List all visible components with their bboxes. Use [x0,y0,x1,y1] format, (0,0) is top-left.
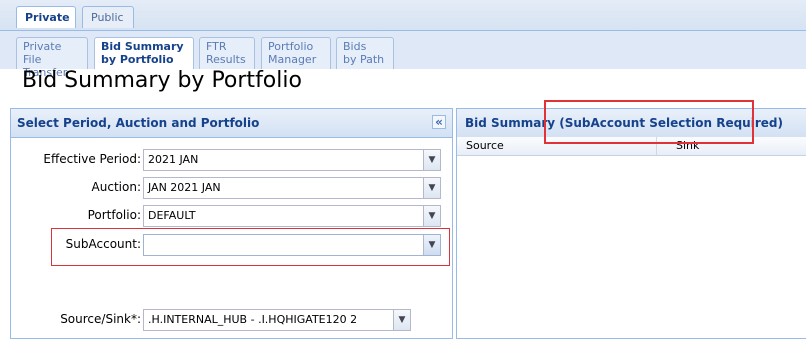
collapse-left-icon[interactable]: « [432,115,446,129]
tab-label-line1: Bids [343,40,367,53]
tab-public[interactable]: Public [82,6,134,28]
source-sink-combo[interactable]: .H.INTERNAL_HUB - .I.HQHIGATE120 2 ▼ [143,309,411,331]
tab-bids-by-path[interactable]: Bids by Path [336,37,394,69]
tab-label-line1: Bid Summary [101,40,184,53]
required-highlight-box [544,100,754,144]
top-tab-bar: Private Public [0,0,806,30]
auction-row: Auction: JAN 2021 JAN ▼ [11,177,454,201]
subaccount-label: SubAccount: [65,237,141,251]
subaccount-combo[interactable]: ▼ [143,234,441,256]
auction-label: Auction: [91,180,141,194]
tab-label-line1: Portfolio [268,40,314,53]
selection-panel-header: Select Period, Auction and Portfolio « [11,109,452,138]
chevron-down-icon[interactable]: ▼ [423,235,440,255]
tab-label-line2: Manager [268,53,317,66]
tab-private-file-transfer[interactable]: Private File Transfer [16,37,88,79]
sub-tab-bar: Private File Transfer Bid Summary by Por… [0,30,806,79]
source-sink-label: Source/Sink*: [60,312,141,326]
portfolio-label: Portfolio: [87,208,141,222]
tab-private[interactable]: Private [16,6,76,28]
chevron-down-icon[interactable]: ▼ [423,206,440,226]
chevron-down-icon[interactable]: ▼ [423,150,440,170]
tab-label-line2: Results [206,53,246,66]
auction-value: JAN 2021 JAN [148,181,221,194]
tab-ftr-results[interactable]: FTR Results [199,37,255,69]
tab-label-line1: FTR [206,40,227,53]
effective-period-label: Effective Period: [43,152,141,166]
tab-label-line2: by Portfolio [101,53,174,66]
chevron-down-icon[interactable]: ▼ [423,178,440,198]
portfolio-value: DEFAULT [148,209,196,222]
portfolio-combo[interactable]: DEFAULT ▼ [143,205,441,227]
chevron-down-icon[interactable]: ▼ [393,310,410,330]
source-sink-value: .H.INTERNAL_HUB - .I.HQHIGATE120 2 [148,313,358,326]
tab-portfolio-manager[interactable]: Portfolio Manager [261,37,331,69]
tab-bid-summary-by-portfolio[interactable]: Bid Summary by Portfolio [94,37,194,69]
effective-period-value: 2021 JAN [148,153,199,166]
tab-label-line1: Private File [23,40,62,66]
subaccount-row: SubAccount: ▼ [11,234,454,258]
page-title: Bid Summary by Portfolio [22,68,302,93]
portfolio-row: Portfolio: DEFAULT ▼ [11,205,454,229]
effective-period-row: Effective Period: 2021 JAN ▼ [11,149,454,173]
selection-panel: Select Period, Auction and Portfolio « E… [10,108,453,339]
source-sink-row: Source/Sink*: .H.INTERNAL_HUB - .I.HQHIG… [11,309,454,333]
selection-panel-title: Select Period, Auction and Portfolio [17,116,260,130]
effective-period-combo[interactable]: 2021 JAN ▼ [143,149,441,171]
tab-label-line2: by Path [343,53,385,66]
auction-combo[interactable]: JAN 2021 JAN ▼ [143,177,441,199]
